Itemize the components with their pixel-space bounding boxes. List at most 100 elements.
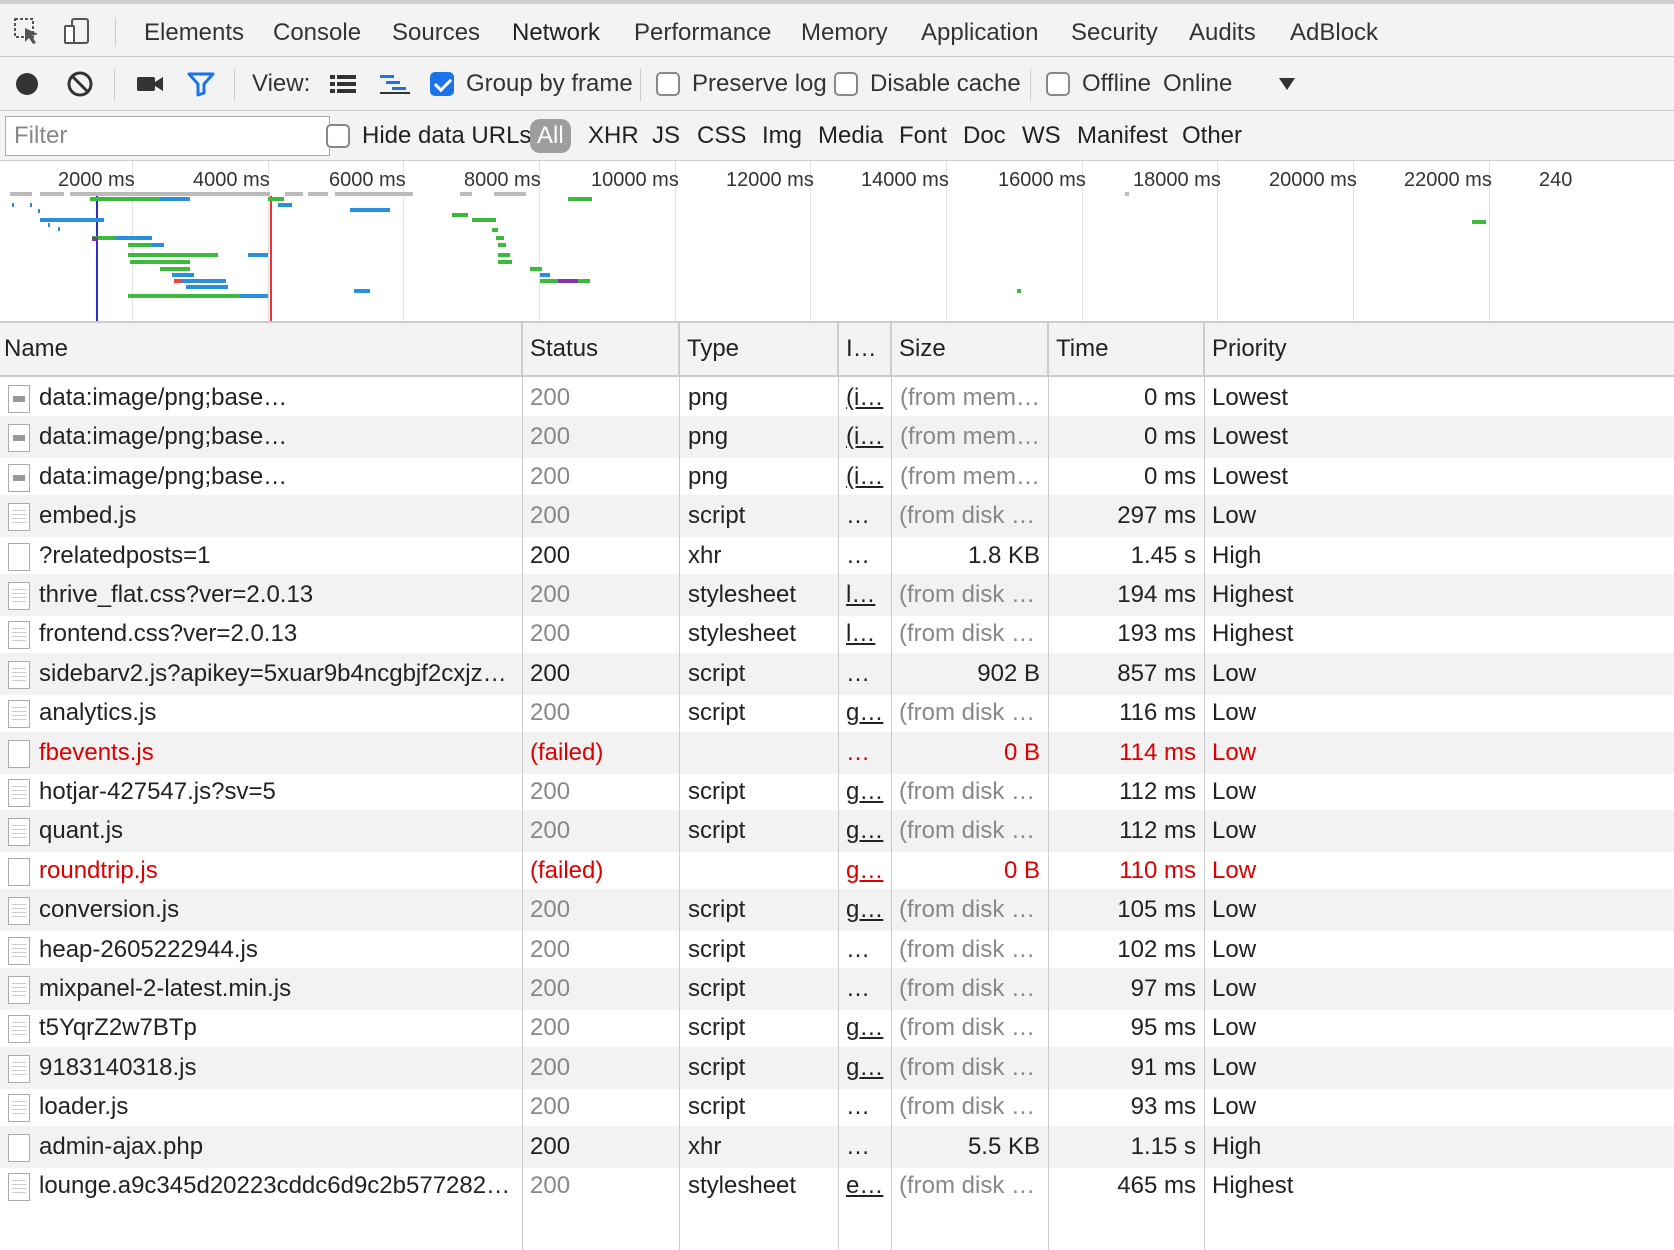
table-row[interactable]: hotjar-427547.js?sv=5 200 script g… (from di… [0, 771, 1674, 813]
filter-type-xhr[interactable]: XHR [588, 111, 639, 161]
filter-type-css[interactable]: CSS [697, 111, 746, 161]
cell-initiator[interactable]: (i… [846, 377, 888, 419]
cell-name[interactable]: thrive_flat.css?ver=2.0.13 [39, 574, 517, 616]
cell-initiator[interactable]: … [846, 653, 888, 695]
cell-name[interactable]: lounge.a9c345d20223cddc6d9c2b57728298… [39, 1165, 517, 1207]
tab-memory[interactable]: Memory [801, 16, 888, 58]
table-row[interactable]: analytics.js 200 script g… (from disk c… 116 … [0, 692, 1674, 734]
cell-initiator[interactable]: g… [846, 692, 888, 734]
tab-application[interactable]: Application [921, 16, 1038, 58]
cell-initiator[interactable]: (i… [846, 416, 888, 458]
column-header-type[interactable]: Type [679, 323, 838, 375]
cell-name[interactable]: frontend.css?ver=2.0.13 [39, 613, 517, 655]
table-row[interactable]: lounge.a9c345d20223cddc6d9c2b57728298… 20… [0, 1165, 1674, 1207]
table-row[interactable]: data:image/png;base… 200 png (i… (from mem… 0… [0, 377, 1674, 419]
cell-initiator[interactable]: … [846, 929, 888, 971]
cell-initiator[interactable]: … [846, 968, 888, 1010]
filter-type-doc[interactable]: Doc [963, 111, 1006, 161]
table-row[interactable]: data:image/png;base… 200 png (i… (from mem… 0… [0, 416, 1674, 458]
column-header-time[interactable]: Time [1048, 323, 1204, 375]
cell-name[interactable]: conversion.js [39, 889, 517, 931]
table-row[interactable]: quant.js 200 script g… (from disk c… 112 ms Lo… [0, 810, 1674, 852]
inspect-element-icon[interactable] [12, 16, 42, 46]
cell-name[interactable]: embed.js [39, 495, 517, 537]
tab-performance[interactable]: Performance [634, 16, 771, 58]
filter-type-other[interactable]: Other [1182, 111, 1242, 161]
tab-security[interactable]: Security [1071, 16, 1158, 58]
cell-name[interactable]: t5YqrZ2w7BTp [39, 1007, 517, 1049]
table-row[interactable]: loader.js 200 script … (from disk c… 93 ms Low [0, 1086, 1674, 1128]
filter-input[interactable] [5, 116, 330, 156]
throttling-select-value[interactable]: Online [1163, 57, 1232, 111]
table-row[interactable]: mixpanel-2-latest.min.js 200 script … (from … [0, 968, 1674, 1010]
large-rows-icon[interactable] [328, 57, 358, 111]
hide-data-urls-checkbox[interactable]: Hide data URLs [326, 111, 531, 161]
column-header-priority[interactable]: Priority [1204, 323, 1674, 375]
tab-sources[interactable]: Sources [392, 16, 480, 58]
table-row[interactable]: fbevents.js (failed) … 0 B 114 ms Low [0, 732, 1674, 774]
cell-name[interactable]: sidebarv2.js?apikey=5xuar9b4ncgbjf2cxjzm… [39, 653, 517, 695]
table-row[interactable]: ?relatedposts=1 200 xhr … 1.8 KB 1.45 s High [0, 535, 1674, 577]
network-overview-timeline[interactable]: 2000 ms 4000 ms 6000 ms 8000 ms 10000 ms… [0, 161, 1674, 323]
cell-name[interactable]: admin-ajax.php [39, 1126, 517, 1168]
tab-network[interactable]: Network [512, 16, 600, 58]
filter-type-manifest[interactable]: Manifest [1077, 111, 1168, 161]
filter-type-font[interactable]: Font [899, 111, 947, 161]
cell-initiator[interactable]: g… [846, 1047, 888, 1089]
filter-type-ws[interactable]: WS [1022, 111, 1061, 161]
table-row[interactable]: conversion.js 200 script g… (from disk c… 105… [0, 889, 1674, 931]
group-by-frame-checkbox[interactable]: Group by frame [430, 57, 633, 111]
cell-name[interactable]: mixpanel-2-latest.min.js [39, 968, 517, 1010]
throttling-dropdown-arrow-icon[interactable] [1278, 57, 1296, 111]
cell-name[interactable]: ?relatedposts=1 [39, 535, 517, 577]
table-row[interactable]: thrive_flat.css?ver=2.0.13 200 stylesheet l… [0, 574, 1674, 616]
cell-initiator[interactable]: l… [846, 613, 888, 655]
tab-audits[interactable]: Audits [1189, 16, 1256, 58]
cell-initiator[interactable]: g… [846, 810, 888, 852]
cell-initiator[interactable]: … [846, 495, 888, 537]
column-header-size[interactable]: Size [891, 323, 1048, 375]
clear-icon[interactable] [66, 57, 94, 111]
cell-name[interactable]: data:image/png;base… [39, 416, 517, 458]
table-row[interactable]: t5YqrZ2w7BTp 200 script g… (from disk c… 95 m… [0, 1007, 1674, 1049]
disable-cache-checkbox[interactable]: Disable cache [834, 57, 1021, 111]
device-toolbar-icon[interactable] [62, 16, 92, 46]
table-row[interactable]: sidebarv2.js?apikey=5xuar9b4ncgbjf2cxjzm… [0, 653, 1674, 695]
cell-name[interactable]: heap-2605222944.js [39, 929, 517, 971]
cell-name[interactable]: hotjar-427547.js?sv=5 [39, 771, 517, 813]
cell-name[interactable]: quant.js [39, 810, 517, 852]
cell-name[interactable]: fbevents.js [39, 732, 517, 774]
preserve-log-checkbox[interactable]: Preserve log [656, 57, 827, 111]
capture-screenshots-icon[interactable] [135, 57, 165, 111]
cell-name[interactable]: analytics.js [39, 692, 517, 734]
table-row[interactable]: heap-2605222944.js 200 script … (from disk c… [0, 929, 1674, 971]
tab-elements[interactable]: Elements [144, 16, 244, 58]
record-icon[interactable] [14, 57, 40, 111]
tab-adblock[interactable]: AdBlock [1290, 16, 1378, 58]
cell-initiator[interactable]: … [846, 1126, 888, 1168]
cell-initiator[interactable]: l… [846, 574, 888, 616]
cell-initiator[interactable]: g… [846, 889, 888, 931]
cell-initiator[interactable]: g… [846, 850, 888, 892]
cell-name[interactable]: roundtrip.js [39, 850, 517, 892]
waterfall-overview-icon[interactable] [378, 57, 412, 111]
filter-type-img[interactable]: Img [762, 111, 802, 161]
cell-name[interactable]: loader.js [39, 1086, 517, 1128]
filter-type-media[interactable]: Media [818, 111, 883, 161]
filter-type-js[interactable]: JS [652, 111, 680, 161]
column-header-name[interactable]: Name [0, 323, 522, 375]
cell-name[interactable]: data:image/png;base… [39, 456, 517, 498]
filter-icon[interactable] [186, 57, 216, 111]
table-row[interactable]: frontend.css?ver=2.0.13 200 stylesheet l… (f… [0, 613, 1674, 655]
tab-console[interactable]: Console [273, 16, 361, 58]
table-row[interactable]: roundtrip.js (failed) g… 0 B 110 ms Low [0, 850, 1674, 892]
cell-initiator[interactable]: … [846, 535, 888, 577]
cell-name[interactable]: data:image/png;base… [39, 377, 517, 419]
offline-checkbox[interactable]: Offline [1046, 57, 1151, 111]
cell-initiator[interactable]: (i… [846, 456, 888, 498]
column-header-status[interactable]: Status [522, 323, 679, 375]
table-row[interactable]: embed.js 200 script … (from disk c… 297 ms Low [0, 495, 1674, 537]
cell-initiator[interactable]: e… [846, 1165, 888, 1207]
cell-initiator[interactable]: g… [846, 771, 888, 813]
filter-type-all[interactable]: All [530, 119, 571, 153]
